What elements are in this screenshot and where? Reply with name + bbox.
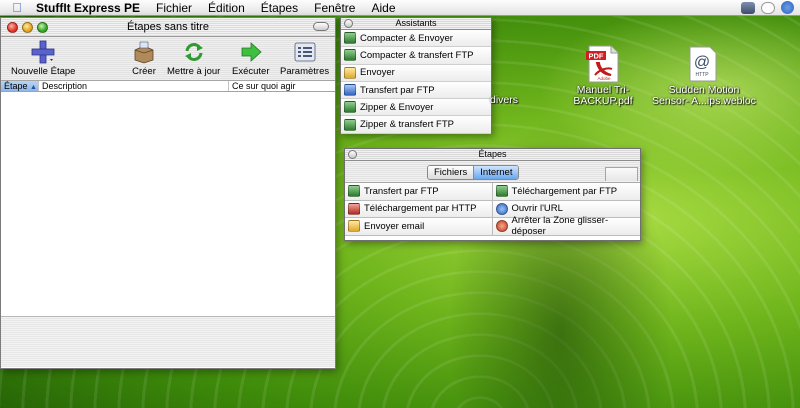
main-window: Étapes sans titre Nouvelle Étape Créer M… bbox=[0, 17, 336, 369]
play-arrow-icon bbox=[238, 40, 264, 64]
spotlight-icon[interactable] bbox=[781, 1, 794, 14]
package-icon bbox=[131, 40, 157, 64]
email-envelope-icon bbox=[348, 220, 360, 233]
update-button[interactable]: Mettre à jour bbox=[167, 40, 220, 77]
plus-icon bbox=[30, 40, 56, 64]
new-step-button[interactable]: Nouvelle Étape bbox=[11, 40, 75, 77]
tab-overflow bbox=[605, 167, 638, 181]
zip-send-icon bbox=[344, 101, 356, 114]
step-item[interactable]: Téléchargement par FTP bbox=[492, 183, 640, 201]
steps-palette: Étapes Fichiers Internet Transfert par F… bbox=[344, 148, 641, 241]
compress-send-icon bbox=[344, 32, 356, 45]
list-settings-icon bbox=[292, 40, 318, 64]
step-item[interactable]: Envoyer email bbox=[345, 218, 493, 236]
stop-hand-icon bbox=[495, 220, 508, 233]
window-title: Étapes sans titre bbox=[127, 21, 209, 33]
zoom-window-icon[interactable] bbox=[37, 21, 48, 33]
new-step-label: Nouvelle Étape bbox=[11, 66, 76, 77]
pdf-file-label[interactable]: Manuel Tri- BACKUP.pdf bbox=[568, 85, 638, 107]
steps-segmented-control: Fichiers Internet bbox=[427, 165, 520, 180]
menu-bar:  StuffIt Express PE Fichier Édition Éta… bbox=[0, 0, 800, 16]
settings-label: Paramètres bbox=[280, 66, 330, 77]
assistants-title: Assistants bbox=[395, 18, 437, 28]
webloc-file-icon[interactable]: @ HTTP bbox=[688, 46, 718, 85]
step-details-panel bbox=[1, 316, 335, 367]
column-header-step[interactable]: Étape ▲ bbox=[1, 81, 39, 91]
menu-edition[interactable]: Édition bbox=[200, 1, 253, 15]
menu-fichier[interactable]: Fichier bbox=[148, 1, 200, 15]
menu-extras bbox=[741, 1, 800, 14]
column-header-target[interactable]: Ce sur quoi agir bbox=[229, 81, 335, 91]
execute-label: Exécuter bbox=[232, 66, 270, 77]
main-window-titlebar[interactable]: Étapes sans titre bbox=[1, 18, 335, 37]
webloc-file-label[interactable]: Sudden Motion Sensor- A...ips.webloc bbox=[645, 85, 763, 107]
pdf-brand-text: Adobe bbox=[597, 76, 611, 81]
step-list-header: Étape ▲ Description Ce sur quoi agir bbox=[1, 81, 335, 92]
assistant-item[interactable]: Envoyer bbox=[341, 64, 491, 82]
minimize-window-icon[interactable] bbox=[22, 21, 33, 33]
webloc-badge-text: HTTP bbox=[695, 72, 709, 78]
chat-icon[interactable] bbox=[761, 1, 775, 14]
ftp-transfer-icon bbox=[344, 84, 356, 97]
sort-ascending-icon: ▲ bbox=[30, 84, 37, 91]
desktop-folder-label[interactable]: divers bbox=[490, 95, 518, 106]
steps-titlebar[interactable]: Étapes bbox=[345, 149, 640, 161]
tab-internet[interactable]: Internet bbox=[473, 166, 519, 179]
pdf-badge-text: PDF bbox=[589, 52, 604, 61]
http-download-icon bbox=[348, 202, 360, 215]
apple-menu-icon[interactable]:  bbox=[0, 0, 34, 15]
close-palette-icon[interactable] bbox=[344, 19, 353, 28]
assistants-titlebar[interactable]: Assistants bbox=[341, 18, 491, 30]
assistant-item[interactable]: Compacter & transfert FTP bbox=[341, 47, 491, 65]
menu-fenetre[interactable]: Fenêtre bbox=[306, 1, 363, 15]
main-toolbar: Nouvelle Étape Créer Mettre à jour Exécu… bbox=[1, 37, 335, 81]
app-menu[interactable]: StuffIt Express PE bbox=[34, 1, 148, 15]
close-window-icon[interactable] bbox=[7, 21, 18, 33]
assistant-item[interactable]: Zipper & transfert FTP bbox=[341, 116, 491, 134]
assistant-item[interactable]: Compacter & Envoyer bbox=[341, 30, 491, 48]
step-item[interactable]: Téléchargement par HTTP bbox=[345, 200, 493, 219]
zip-ftp-icon bbox=[344, 118, 356, 131]
compress-ftp-icon bbox=[344, 49, 356, 62]
steps-title: Étapes bbox=[478, 149, 507, 159]
assistant-item[interactable]: Transfert par FTP bbox=[341, 81, 491, 100]
update-label: Mettre à jour bbox=[167, 66, 221, 77]
open-url-icon bbox=[495, 202, 508, 215]
pdf-file-icon[interactable]: PDF Adobe bbox=[585, 45, 621, 86]
assistant-item[interactable]: Zipper & Envoyer bbox=[341, 99, 491, 117]
close-palette-icon[interactable] bbox=[348, 150, 357, 159]
menu-aide[interactable]: Aide bbox=[363, 1, 403, 15]
refresh-icon bbox=[181, 40, 207, 64]
steps-tab-bar: Fichiers Internet bbox=[345, 161, 640, 183]
step-item[interactable]: Arrêter la Zone glisser-déposer bbox=[492, 215, 640, 237]
steps-grid: Transfert par FTP Téléchargement par FTP… bbox=[345, 183, 640, 237]
webloc-symbol-text: @ bbox=[694, 54, 710, 71]
ftp-download-icon bbox=[495, 185, 508, 198]
toolbar-toggle-button[interactable] bbox=[313, 22, 329, 31]
tab-fichiers[interactable]: Fichiers bbox=[428, 166, 474, 179]
create-label: Créer bbox=[132, 66, 156, 77]
step-list[interactable] bbox=[1, 92, 335, 316]
menu-etapes[interactable]: Étapes bbox=[253, 1, 306, 15]
assistants-palette: Assistants Compacter & Envoyer Compacter… bbox=[340, 17, 492, 134]
execute-button[interactable]: Exécuter bbox=[232, 40, 270, 77]
settings-button[interactable]: Paramètres bbox=[280, 40, 329, 77]
ftp-upload-icon bbox=[348, 185, 360, 198]
create-button[interactable]: Créer bbox=[131, 40, 157, 77]
envelope-icon bbox=[344, 66, 356, 79]
step-item[interactable]: Transfert par FTP bbox=[345, 183, 493, 201]
script-menu-icon[interactable] bbox=[741, 1, 755, 14]
column-header-description[interactable]: Description bbox=[39, 81, 229, 91]
